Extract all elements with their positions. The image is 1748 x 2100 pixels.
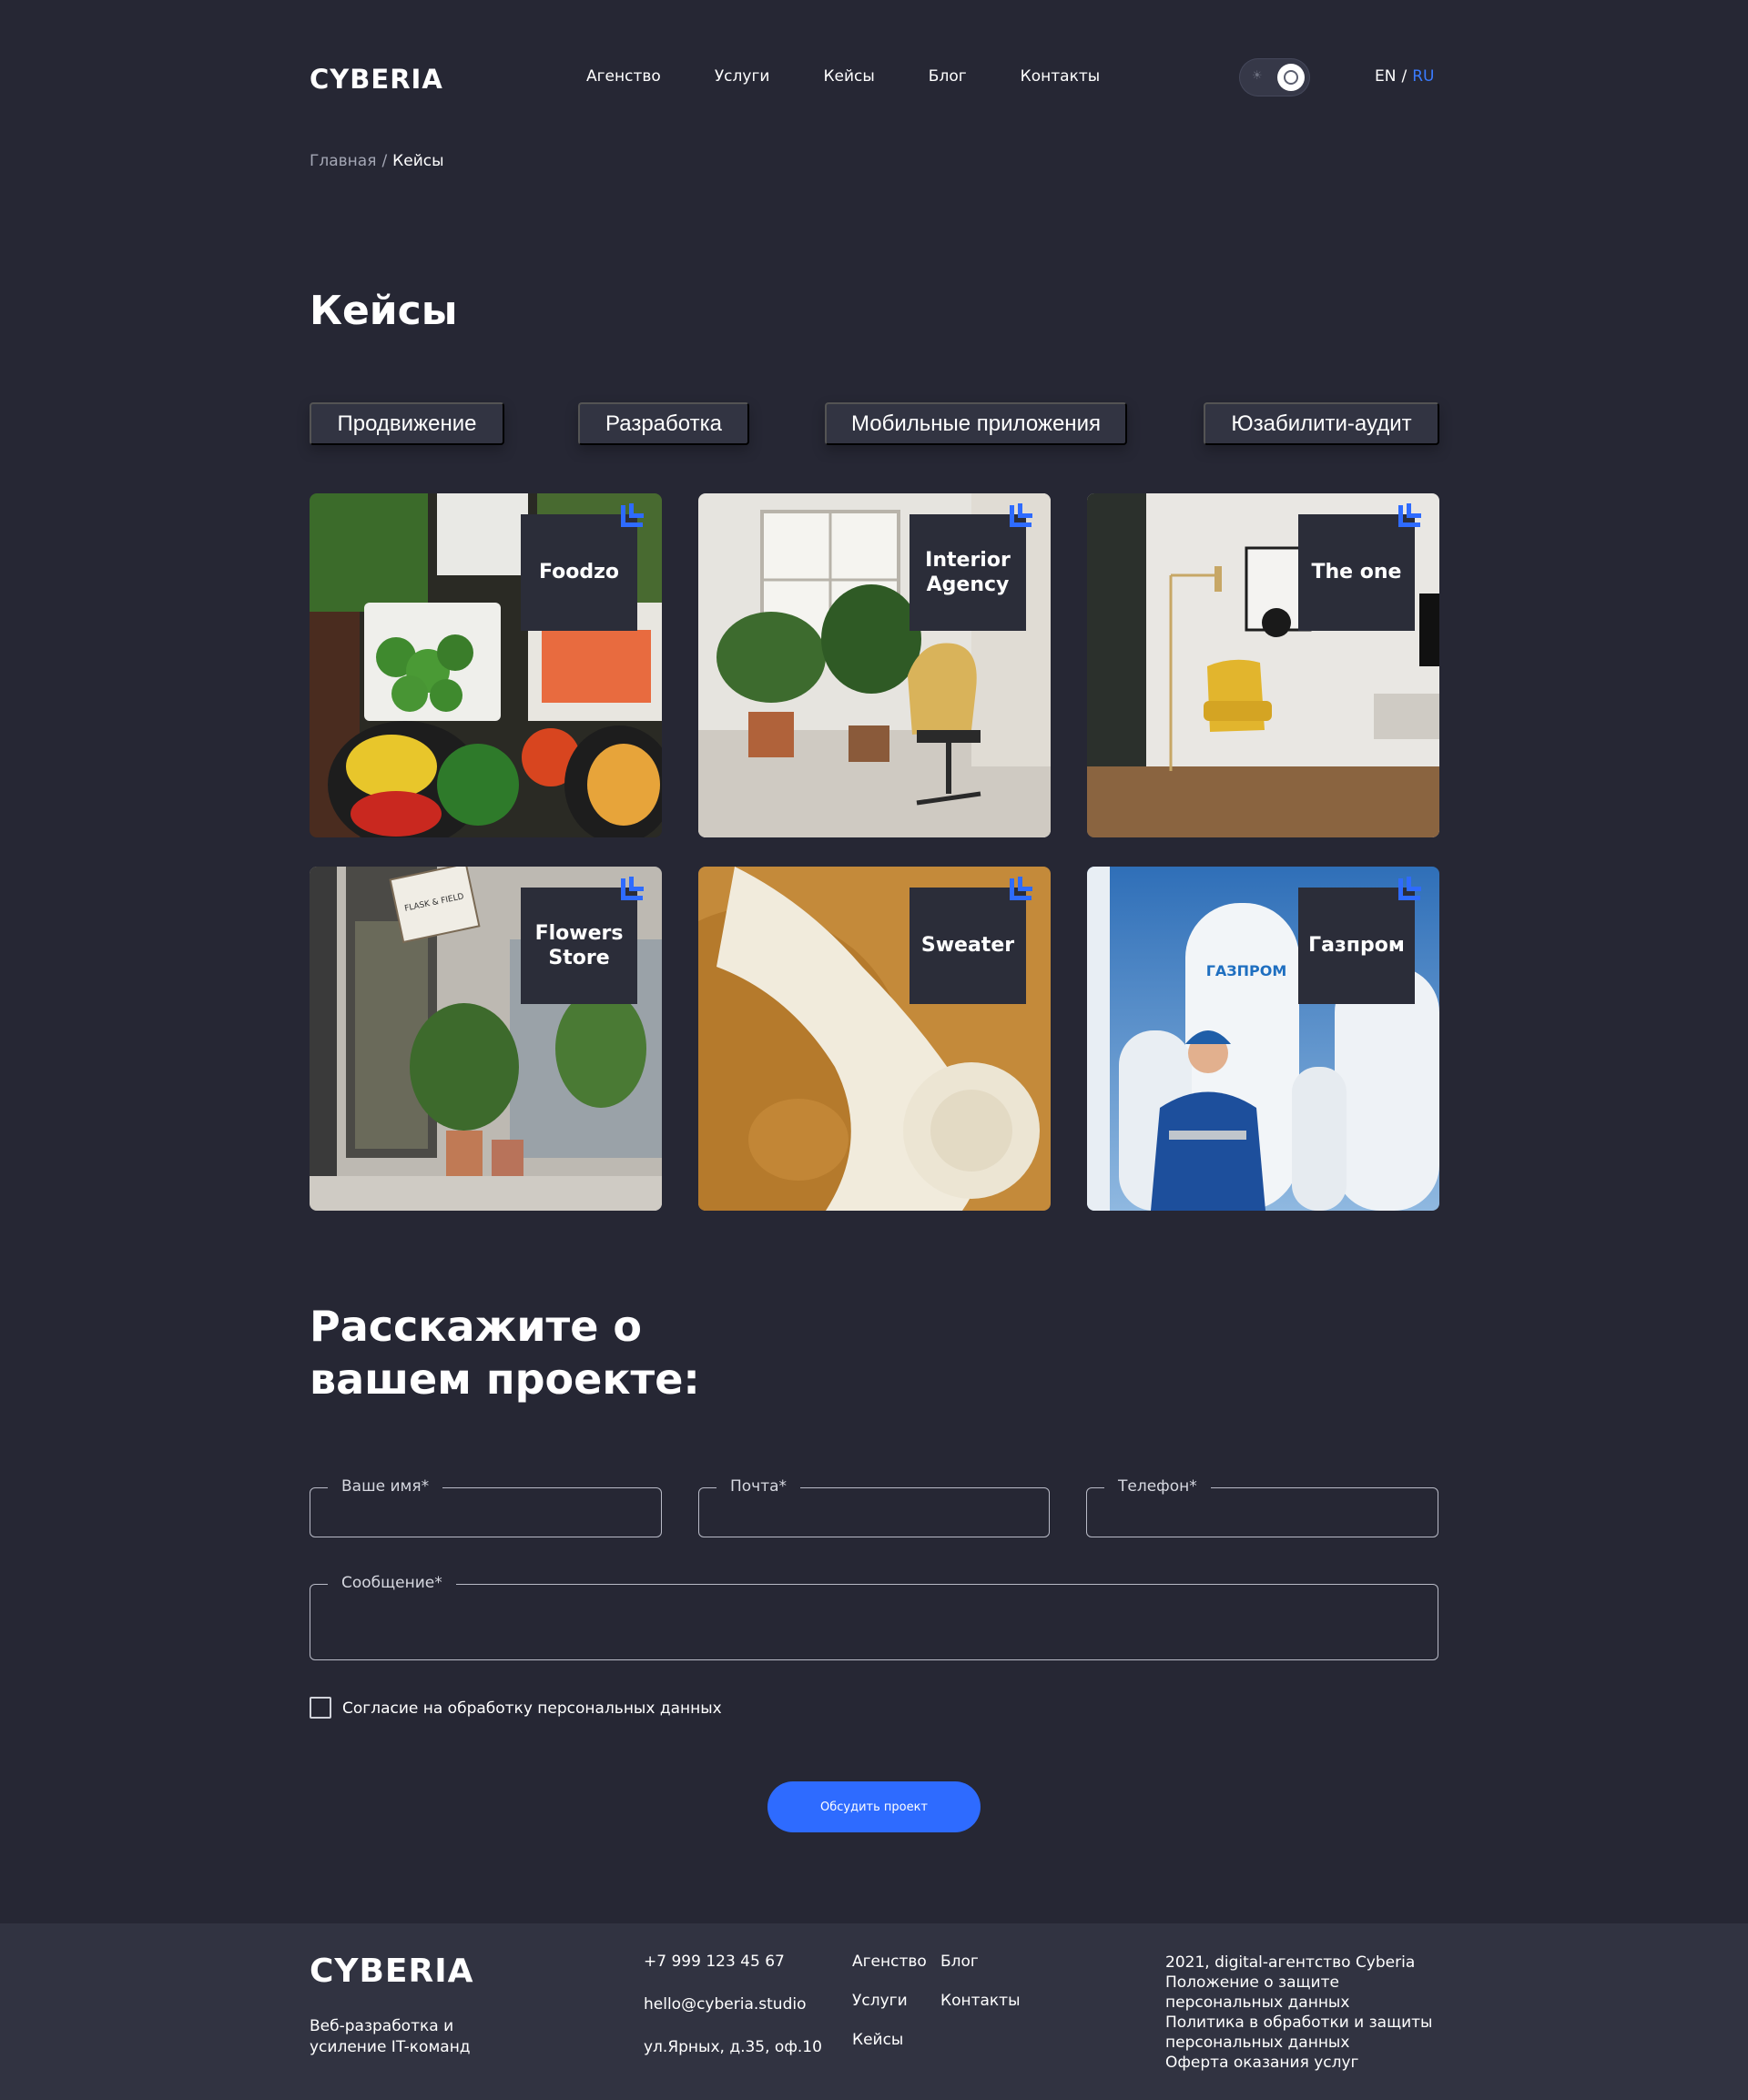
footer-copyright: 2021, digital-агентство Cyberia xyxy=(1165,1953,1416,1972)
footer-address: ул.Ярных, д.35, оф.10 xyxy=(644,2038,822,2056)
filter-mobile-apps[interactable]: Мобильные приложения xyxy=(825,402,1127,445)
breadcrumb-separator: / xyxy=(381,152,388,170)
case-card-foodzo[interactable]: Foodzo xyxy=(310,493,662,837)
nav-item-services[interactable]: Услуги xyxy=(715,67,770,86)
filter-bar: Продвижение Разработка Мобильные приложе… xyxy=(310,402,1439,445)
footer-nav-blog[interactable]: Блог xyxy=(940,1953,979,1971)
filter-development[interactable]: Разработка xyxy=(578,402,749,445)
filter-promotion[interactable]: Продвижение xyxy=(310,402,504,445)
case-card-sweater[interactable]: Sweater xyxy=(698,867,1051,1211)
case-label: Foodzo xyxy=(521,514,637,631)
footer-phone[interactable]: +7 999 123 45 67 xyxy=(644,1953,785,1971)
sun-icon: ☀ xyxy=(1252,69,1263,83)
main-nav: Агенство Услуги Кейсы Блог Контакты xyxy=(586,67,1153,86)
footer-policy-link[interactable]: Политика в обработки и защиты персональн… xyxy=(1165,2014,1432,2052)
footer-offer-link[interactable]: Оферта оказания услуг xyxy=(1165,2054,1359,2072)
consent-checkbox[interactable] xyxy=(310,1697,331,1719)
theme-toggle[interactable]: ☀ xyxy=(1239,58,1310,96)
breadcrumb-home[interactable]: Главная xyxy=(310,152,376,170)
footer-nav-agency[interactable]: Агенство xyxy=(852,1953,927,1971)
cases-grid: Foodzo Interior Agency The one FLASK & F… xyxy=(310,493,1439,1211)
case-card-flowers-store[interactable]: FLASK & FIELD Flowers Store xyxy=(310,867,662,1211)
nav-item-blog[interactable]: Блог xyxy=(929,67,967,86)
header: CYBERIA Агенство Услуги Кейсы Блог Конта… xyxy=(310,58,1439,96)
corner-accent-icon xyxy=(621,877,644,900)
consent-label[interactable]: Согласие на обработку персональных данны… xyxy=(342,1699,722,1718)
footer: CYBERIA Веб-разработка и усиление IT-ком… xyxy=(0,1923,1748,2100)
footer-nav-contacts[interactable]: Контакты xyxy=(940,1992,1021,2010)
footer-legal: 2021, digital-агентство Cyberia Положени… xyxy=(1165,1953,1448,2073)
form-title-line2: вашем проекте: xyxy=(310,1354,700,1404)
case-label: Interior Agency xyxy=(910,514,1026,631)
footer-contacts: +7 999 123 45 67 hello@cyberia.studio ул… xyxy=(644,1953,822,2081)
case-card-the-one[interactable]: The one xyxy=(1087,493,1439,837)
nav-item-contacts[interactable]: Контакты xyxy=(1021,67,1101,86)
breadcrumb: Главная / Кейсы xyxy=(310,152,1439,170)
case-label: Sweater xyxy=(910,888,1026,1004)
corner-accent-icon xyxy=(1010,503,1032,527)
moon-icon xyxy=(1284,70,1298,85)
message-field[interactable]: Сообщение* xyxy=(310,1574,1438,1660)
lang-ru[interactable]: RU xyxy=(1412,67,1434,86)
footer-nav-services[interactable]: Услуги xyxy=(852,1992,908,2010)
footer-logo[interactable]: CYBERIA xyxy=(310,1953,474,1990)
lang-en[interactable]: EN xyxy=(1375,67,1396,86)
breadcrumb-current: Кейсы xyxy=(392,152,444,170)
lang-separator: / xyxy=(1401,67,1408,86)
logo[interactable]: CYBERIA xyxy=(310,64,443,95)
footer-email[interactable]: hello@cyberia.studio xyxy=(644,1995,806,2014)
consent-row: Согласие на обработку персональных данны… xyxy=(310,1697,1439,1720)
form-title: Расскажите о вашем проекте: xyxy=(310,1300,1439,1405)
name-field-label: Ваше имя* xyxy=(328,1477,443,1496)
case-card-gazprom[interactable]: ГАЗПРОМ Газпром xyxy=(1087,867,1439,1211)
nav-item-cases[interactable]: Кейсы xyxy=(823,67,874,86)
footer-tagline: Веб-разработка и усиление IT-команд xyxy=(310,2017,471,2056)
case-label: Flowers Store xyxy=(521,888,637,1004)
case-label: Газпром xyxy=(1298,888,1415,1004)
language-switcher: EN / RU xyxy=(1375,67,1434,86)
case-card-interior-agency[interactable]: Interior Agency xyxy=(698,493,1051,837)
corner-accent-icon xyxy=(1010,877,1032,900)
page-title: Кейсы xyxy=(310,288,458,334)
corner-accent-icon xyxy=(621,503,644,527)
filter-usability-audit[interactable]: Юзабилити-аудит xyxy=(1204,402,1439,445)
form-title-line1: Расскажите о xyxy=(310,1302,643,1351)
name-field[interactable]: Ваше имя* xyxy=(310,1477,662,1537)
footer-privacy-link[interactable]: Положение о защите персональных данных xyxy=(1165,1973,1349,2012)
email-field-label: Почта* xyxy=(716,1477,801,1496)
corner-accent-icon xyxy=(1398,503,1421,527)
email-field[interactable]: Почта* xyxy=(698,1477,1050,1537)
footer-nav-cases[interactable]: Кейсы xyxy=(852,2031,903,2049)
toggle-knob xyxy=(1277,64,1305,91)
case-label: The one xyxy=(1298,514,1415,631)
nav-item-agency[interactable]: Агенство xyxy=(586,67,661,86)
submit-button[interactable]: Обсудить проект xyxy=(767,1781,981,1832)
message-field-label: Сообщение* xyxy=(328,1574,456,1592)
phone-field-label: Телефон* xyxy=(1104,1477,1211,1496)
phone-field[interactable]: Телефон* xyxy=(1086,1477,1438,1537)
corner-accent-icon xyxy=(1398,877,1421,900)
gazprom-logo-text: ГАЗПРОМ xyxy=(1206,962,1287,979)
